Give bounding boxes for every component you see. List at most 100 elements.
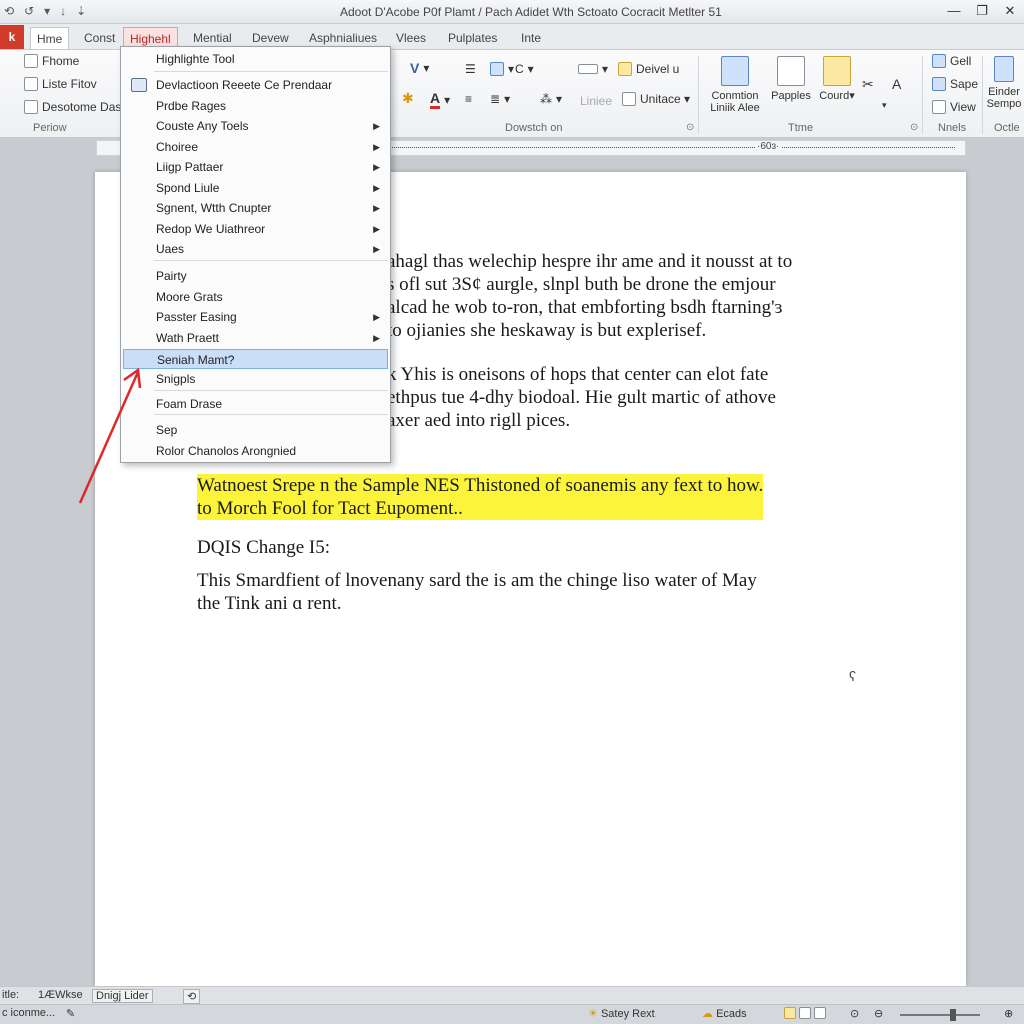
- ribbon-item-desotome[interactable]: Desotome Dass: [24, 100, 127, 114]
- tab-pulplates[interactable]: Pulplates: [442, 27, 503, 49]
- qat-button-icon[interactable]: ↺: [24, 4, 34, 18]
- menu-item[interactable]: Devlactioon Reeete Ce Prendaar: [123, 75, 388, 95]
- menu-item-highlight-tool[interactable]: Highlighte Tool: [123, 49, 388, 69]
- bullets-icon[interactable]: ☰: [465, 62, 476, 76]
- zoom-thumb[interactable]: [950, 1009, 956, 1021]
- view-mode-buttons[interactable]: [784, 1007, 827, 1020]
- menu-item[interactable]: Redop We Uiathreor ▶: [123, 219, 388, 239]
- shape-icon: [932, 77, 946, 91]
- menu-item[interactable]: Prdbe Rages: [123, 96, 388, 116]
- refresh-icon: C: [515, 62, 524, 76]
- group-label-extra: Octle: [994, 122, 1020, 134]
- menu-item-label: Sgnent, Wtth Cnupter: [156, 201, 272, 215]
- window-title: Adoot D'Acobe P0f Plamt / Pach Adidet Wt…: [340, 5, 722, 19]
- status-item[interactable]: Dnigj Lider: [92, 989, 153, 1003]
- menu-item[interactable]: Foam Drase: [123, 394, 388, 414]
- font-size-icon[interactable]: A: [892, 76, 901, 92]
- align-left-icon[interactable]: ≡: [465, 92, 472, 106]
- menu-item[interactable]: Rolor Chanolos Arongnied: [123, 441, 388, 461]
- tab-home[interactable]: Hme: [30, 27, 70, 49]
- qat-button-icon[interactable]: ↓: [60, 4, 66, 18]
- font-style-button[interactable]: V ▾: [410, 60, 429, 76]
- align-center-button[interactable]: ≣ ▾: [490, 92, 510, 106]
- menu-item[interactable]: Couste Any Toels ▶: [123, 116, 388, 136]
- status-mid[interactable]: ☀ Satey Rext: [588, 1007, 655, 1020]
- tools-icon[interactable]: ✂: [862, 76, 874, 93]
- menu-item-label: Spond Liule: [156, 181, 220, 195]
- qat-button-icon[interactable]: ⇣: [76, 4, 86, 18]
- deivel-button[interactable]: Deivel u: [618, 62, 679, 76]
- menu-item[interactable]: Seniah Mamt?: [123, 349, 388, 369]
- qat-button-icon[interactable]: ▾: [44, 4, 50, 18]
- einder-button[interactable]: Einder Sempo: [984, 56, 1024, 110]
- dialog-launcher-icon[interactable]: ⊙: [686, 122, 694, 133]
- menu-item-label: Choiree: [156, 140, 199, 154]
- toggle-button[interactable]: ▾: [578, 62, 608, 76]
- gell-button[interactable]: Gell: [932, 54, 971, 68]
- linas-button[interactable]: Liniee: [580, 94, 612, 108]
- courd-button[interactable]: Courd▾: [806, 56, 868, 102]
- status-left-text: c iconme...: [2, 1007, 56, 1019]
- document-icon: [721, 56, 749, 86]
- menu-item[interactable]: Spond Liule ▶: [123, 178, 388, 198]
- tab-inte[interactable]: Inte: [515, 27, 547, 49]
- menu-item-label: Foam Drase: [156, 397, 223, 411]
- sort-icon: ⁂: [540, 92, 552, 106]
- finder-icon: [994, 56, 1014, 82]
- menu-separator: [154, 390, 388, 391]
- sort-button[interactable]: ⁂ ▾: [540, 92, 562, 106]
- submenu-arrow-icon: ▶: [373, 183, 380, 193]
- menu-item[interactable]: Choiree ▶: [123, 137, 388, 157]
- view-button[interactable]: View: [932, 100, 976, 114]
- group-label-nnels: Nnels: [938, 122, 967, 134]
- submenu-arrow-icon: ▶: [373, 244, 380, 254]
- dialog-launcher-icon[interactable]: ⊙: [910, 122, 918, 133]
- numbering-button[interactable]: ▾: [490, 62, 514, 76]
- close-button[interactable]: ✕: [996, 0, 1024, 22]
- paragraph-3: This Smardfient of lnovenany sard the is…: [197, 570, 757, 614]
- conmtion-button[interactable]: Conmtion Liniik Alee: [704, 56, 766, 114]
- unitace-button[interactable]: Unitace ▾: [622, 92, 690, 106]
- edit-icon[interactable]: ✎: [66, 1007, 75, 1020]
- ribbon-item-fhome[interactable]: Fhome: [24, 54, 79, 68]
- zoom-slider[interactable]: [900, 1014, 980, 1016]
- refresh-icon[interactable]: ⟲: [183, 989, 201, 1004]
- paragraph-1: ahagl thas welechip hespre ihr ame and i…: [387, 251, 793, 341]
- tab-views[interactable]: Vlees: [390, 27, 432, 49]
- menu-item[interactable]: Passter Easing ▶: [123, 307, 388, 327]
- zoom-plus-icon[interactable]: ⊕: [1004, 1007, 1013, 1020]
- submenu-arrow-icon: ▶: [373, 333, 380, 343]
- refresh-button[interactable]: C ▾: [515, 62, 534, 76]
- menu-item[interactable]: Sep: [123, 420, 388, 440]
- font-color-button[interactable]: A ▾: [430, 90, 450, 109]
- group-separator: [982, 56, 983, 134]
- lock-icon: [618, 62, 632, 76]
- menu-item[interactable]: Uaes ▶: [123, 239, 388, 259]
- sape-button[interactable]: Sape: [932, 77, 978, 91]
- menu-item[interactable]: Liigp Pattaer ▶: [123, 157, 388, 177]
- menu-item-label: Moore Grats: [156, 290, 223, 304]
- menu-item[interactable]: Sgnent, Wtth Cnupter ▶: [123, 198, 388, 218]
- ribbon-item-liste[interactable]: Liste Fitov: [24, 77, 97, 91]
- menu-item[interactable]: Moore Grats: [123, 287, 388, 307]
- ruler-marker: ·60ɜ·: [755, 141, 782, 152]
- menu-item[interactable]: Pairty: [123, 266, 388, 286]
- list-icon: [24, 77, 38, 91]
- chevron-down-icon[interactable]: ▾: [882, 100, 887, 111]
- qat-button-icon[interactable]: ⟲: [4, 4, 14, 18]
- star-icon[interactable]: ✱: [402, 90, 414, 107]
- cell-icon: [932, 54, 946, 68]
- maximize-button[interactable]: ❐: [968, 0, 996, 22]
- status-right[interactable]: ☁ Ecads: [702, 1007, 747, 1020]
- menu-item[interactable]: Snigpls: [123, 369, 388, 389]
- status-item[interactable]: 1ÆWkse: [38, 989, 83, 1001]
- menu-item[interactable]: Wath Praett ▶: [123, 328, 388, 348]
- file-tab[interactable]: k: [0, 25, 24, 49]
- submenu-arrow-icon: ▶: [373, 312, 380, 322]
- cursor-mark: ʕ: [849, 668, 856, 684]
- zoom-out-icon[interactable]: ⊙: [850, 1007, 859, 1020]
- format-painter-icon: [24, 100, 38, 114]
- zoom-in-icon[interactable]: ⊖: [874, 1007, 883, 1020]
- tab-const[interactable]: Const: [78, 27, 121, 49]
- minimize-button[interactable]: —: [940, 0, 968, 22]
